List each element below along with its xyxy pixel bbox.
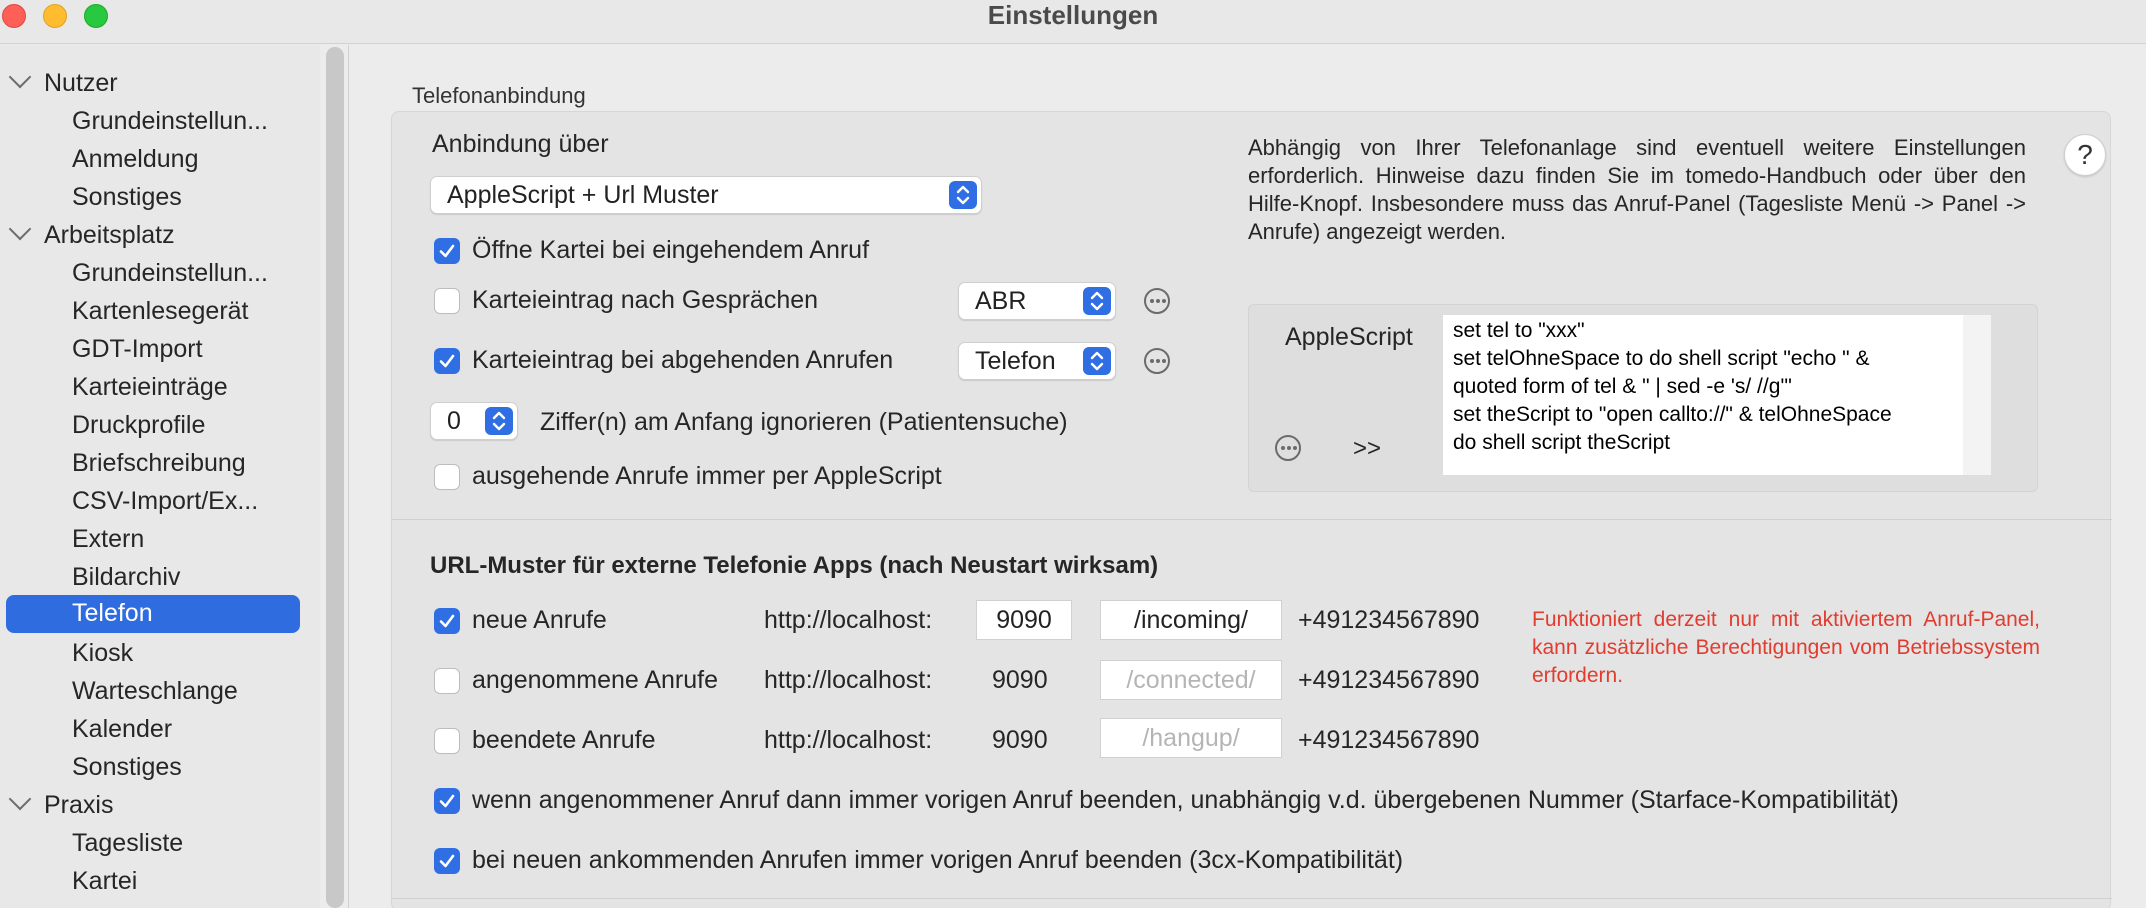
eintrag-nach-gespraechen-checkbox[interactable] xyxy=(434,288,460,314)
sidebar-item-kartenlesegeraet[interactable]: Kartenlesegerät xyxy=(72,293,249,329)
eintrag-nach-gespraechen-label: Karteieintrag nach Gesprächen xyxy=(472,286,819,314)
anbindung-value: AppleScript + Url Muster xyxy=(447,181,719,209)
help-button[interactable]: ? xyxy=(2064,134,2106,176)
updown-chevron-icon xyxy=(1083,347,1111,375)
3cx-kompatibilitaet-label: bei neuen ankommenden Anrufen immer vori… xyxy=(472,846,1404,874)
chevron-down-icon[interactable] xyxy=(8,65,32,89)
window-title: Einstellungen xyxy=(987,0,1159,30)
beendete-anrufe-checkbox[interactable] xyxy=(434,728,460,754)
title-bar: Einstellungen xyxy=(0,0,2146,44)
sidebar-item-telefon[interactable]: Telefon xyxy=(6,595,300,633)
sidebar-item-warteschlange[interactable]: Warteschlange xyxy=(72,673,238,709)
angenommene-anrufe-label: angenommene Anrufe xyxy=(472,666,719,694)
url-muster-warning: Funktioniert derzeit nur mit aktiviertem… xyxy=(1532,608,2040,687)
sidebar-item-arbeitsplatz-sonstiges[interactable]: Sonstiges xyxy=(72,749,182,785)
sidebar-item-bildarchiv[interactable]: Bildarchiv xyxy=(72,559,180,595)
beendete-anrufe-host: http://localhost: xyxy=(764,726,933,754)
eintrag-abgehend-value: Telefon xyxy=(975,347,1056,375)
chevron-down-icon[interactable] xyxy=(8,217,32,241)
neue-anrufe-port-input[interactable]: 9090 xyxy=(976,600,1072,640)
section-label-telefonanbindung: Telefonanbindung xyxy=(412,83,586,108)
settings-content: Telefonanbindung Anbindung über AppleScr… xyxy=(349,45,2146,908)
updown-chevron-icon xyxy=(949,181,977,209)
info-text: Abhängig von Ihrer Telefonanlage sind ev… xyxy=(1248,135,2026,244)
angenommene-anrufe-port: 9090 xyxy=(992,666,1048,694)
sidebar-group-label: Nutzer xyxy=(44,69,118,97)
starface-kompatibilitaet-checkbox[interactable] xyxy=(434,788,460,814)
ziffern-value: 0 xyxy=(447,407,461,435)
sidebar-item-arbeitsplatz-grundeinstellungen[interactable]: Grundeinstellun... xyxy=(72,255,268,291)
sidebar-item-csv-import[interactable]: CSV-Import/Ex... xyxy=(72,483,258,519)
sidebar-item-nutzer-sonstiges[interactable]: Sonstiges xyxy=(72,179,182,215)
url-muster-title: URL-Muster für externe Telefonie Apps (n… xyxy=(430,552,1159,579)
anbindung-label: Anbindung über xyxy=(432,130,609,158)
ziffern-stepper[interactable]: 0 xyxy=(430,402,518,440)
chevron-down-icon[interactable] xyxy=(8,787,32,811)
sidebar: Nutzer Grundeinstellun... Anmeldung Sons… xyxy=(0,45,320,908)
eintrag-abgehend-label: Karteieintrag bei abgehenden Anrufen xyxy=(472,346,894,374)
ziffern-label: Ziffer(n) am Anfang ignorieren (Patiente… xyxy=(540,408,1068,436)
angenommene-anrufe-path-input[interactable]: /connected/ xyxy=(1100,660,1282,700)
beendete-anrufe-port: 9090 xyxy=(992,726,1048,754)
sidebar-item-kartei[interactable]: Kartei xyxy=(72,863,137,899)
anbindung-select[interactable]: AppleScript + Url Muster xyxy=(430,176,982,214)
beendete-anrufe-path-input[interactable]: /hangup/ xyxy=(1100,718,1282,758)
sidebar-item-tagesliste[interactable]: Tagesliste xyxy=(72,825,183,861)
sidebar-scrollbar[interactable] xyxy=(326,47,344,908)
sidebar-group-nutzer[interactable]: Nutzer xyxy=(8,65,118,101)
eintrag-abgehend-select[interactable]: Telefon xyxy=(958,342,1116,380)
sidebar-group-label: Arbeitsplatz xyxy=(44,221,175,249)
beendete-anrufe-label: beendete Anrufe xyxy=(472,726,656,754)
ausgehend-applescript-label: ausgehende Anrufe immer per AppleScript xyxy=(472,462,942,490)
sidebar-item-kiosk[interactable]: Kiosk xyxy=(72,635,133,671)
angenommene-anrufe-host: http://localhost: xyxy=(764,666,933,694)
starface-kompatibilitaet-label: wenn angenommener Anruf dann immer vorig… xyxy=(472,786,1899,814)
more-options-icon[interactable] xyxy=(1275,435,1301,461)
applescript-editor[interactable]: set tel to "xxx" set telOhneSpace to do … xyxy=(1443,315,1991,475)
angenommene-anrufe-checkbox[interactable] xyxy=(434,668,460,694)
applescript-panel: AppleScript >> set tel to "xxx" set telO… xyxy=(1248,304,2038,492)
ausgehend-applescript-checkbox[interactable] xyxy=(434,464,460,490)
neue-anrufe-checkbox[interactable] xyxy=(434,608,460,634)
sidebar-group-praxis[interactable]: Praxis xyxy=(8,787,114,823)
beendete-anrufe-number: +491234567890 xyxy=(1298,726,1480,754)
more-options-icon[interactable] xyxy=(1144,288,1170,314)
sidebar-item-nutzer-grundeinstellungen[interactable]: Grundeinstellun... xyxy=(72,103,268,139)
applescript-code: set tel to "xxx" set telOhneSpace to do … xyxy=(1453,319,1892,454)
applescript-label: AppleScript xyxy=(1285,323,1413,351)
sidebar-item-anmeldung[interactable]: Anmeldung xyxy=(72,141,198,177)
3cx-kompatibilitaet-checkbox[interactable] xyxy=(434,848,460,874)
angenommene-anrufe-number: +491234567890 xyxy=(1298,666,1480,694)
more-options-icon[interactable] xyxy=(1144,348,1170,374)
sidebar-item-gdt-import[interactable]: GDT-Import xyxy=(72,331,203,367)
sidebar-item-extern[interactable]: Extern xyxy=(72,521,144,557)
updown-chevron-icon xyxy=(1083,287,1111,315)
sidebar-item-druckprofile[interactable]: Druckprofile xyxy=(72,407,205,443)
telefonanbindung-box: Anbindung über AppleScript + Url Muster … xyxy=(391,111,2112,908)
sidebar-group-arbeitsplatz[interactable]: Arbeitsplatz xyxy=(8,217,175,253)
eintrag-nach-select[interactable]: ABR xyxy=(958,282,1116,320)
oeffne-kartei-label: Öffne Kartei bei eingehendem Anruf xyxy=(472,236,870,264)
oeffne-kartei-checkbox[interactable] xyxy=(434,238,460,264)
section-divider xyxy=(392,898,2112,899)
applescript-expand-button[interactable]: >> xyxy=(1353,435,1381,463)
neue-anrufe-host: http://localhost: xyxy=(764,606,933,634)
sidebar-item-karteieintraege[interactable]: Karteieinträge xyxy=(72,369,228,405)
eintrag-abgehend-checkbox[interactable] xyxy=(434,348,460,374)
sidebar-item-kalender[interactable]: Kalender xyxy=(72,711,172,747)
neue-anrufe-number: +491234567890 xyxy=(1298,606,1480,634)
eintrag-nach-value: ABR xyxy=(975,287,1027,315)
updown-chevron-icon xyxy=(485,407,513,435)
neue-anrufe-path-input[interactable]: /incoming/ xyxy=(1100,600,1282,640)
sidebar-item-briefschreibung[interactable]: Briefschreibung xyxy=(72,445,246,481)
section-divider xyxy=(392,519,2112,520)
neue-anrufe-label: neue Anrufe xyxy=(472,606,607,634)
sidebar-group-label: Praxis xyxy=(44,791,114,819)
